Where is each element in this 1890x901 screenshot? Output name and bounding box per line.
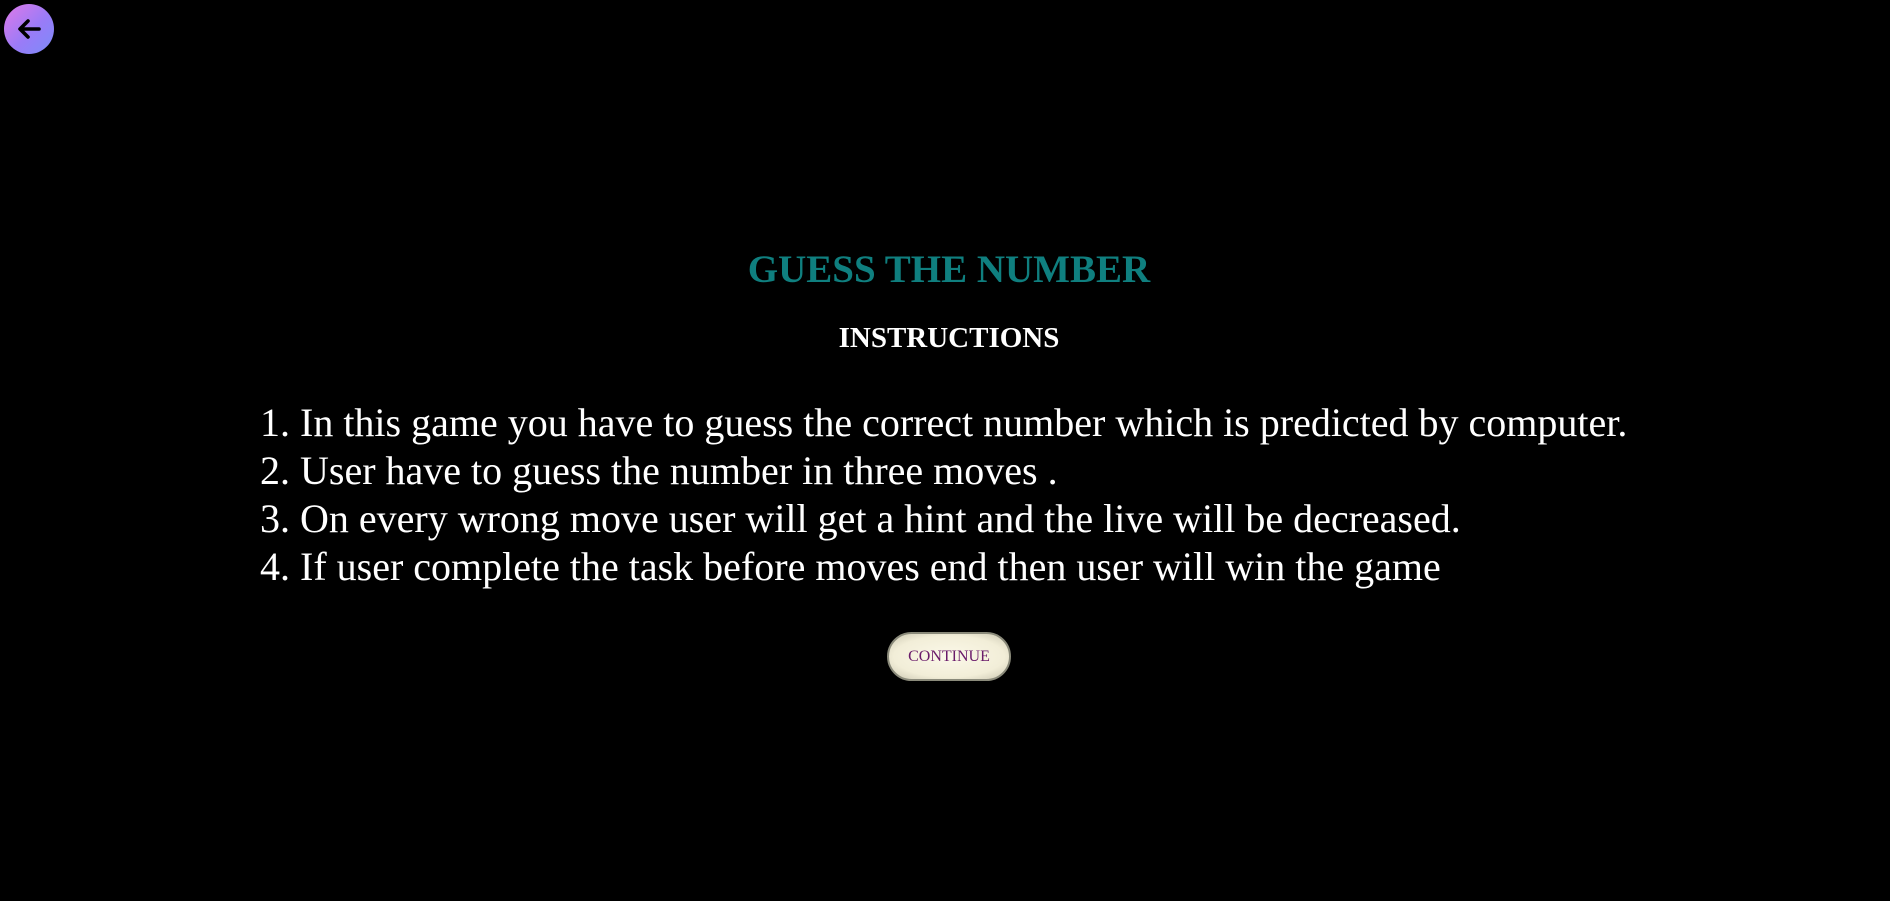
back-button[interactable] bbox=[4, 4, 54, 54]
continue-button[interactable]: CONTINUE bbox=[887, 632, 1011, 681]
game-title: GUESS THE NUMBER bbox=[747, 248, 1151, 291]
instruction-item: 3. On every wrong move user will get a h… bbox=[260, 496, 1461, 541]
instructions-heading: INSTRUCTIONS bbox=[838, 322, 1060, 354]
instruction-item: 4. If user complete the task before move… bbox=[260, 544, 1441, 589]
instructions-list: 1. In this game you have to guess the co… bbox=[260, 399, 1627, 591]
instruction-item: 2. User have to guess the number in thre… bbox=[260, 448, 1058, 493]
arrow-left-icon bbox=[15, 15, 43, 43]
instruction-item: 1. In this game you have to guess the co… bbox=[260, 400, 1628, 445]
